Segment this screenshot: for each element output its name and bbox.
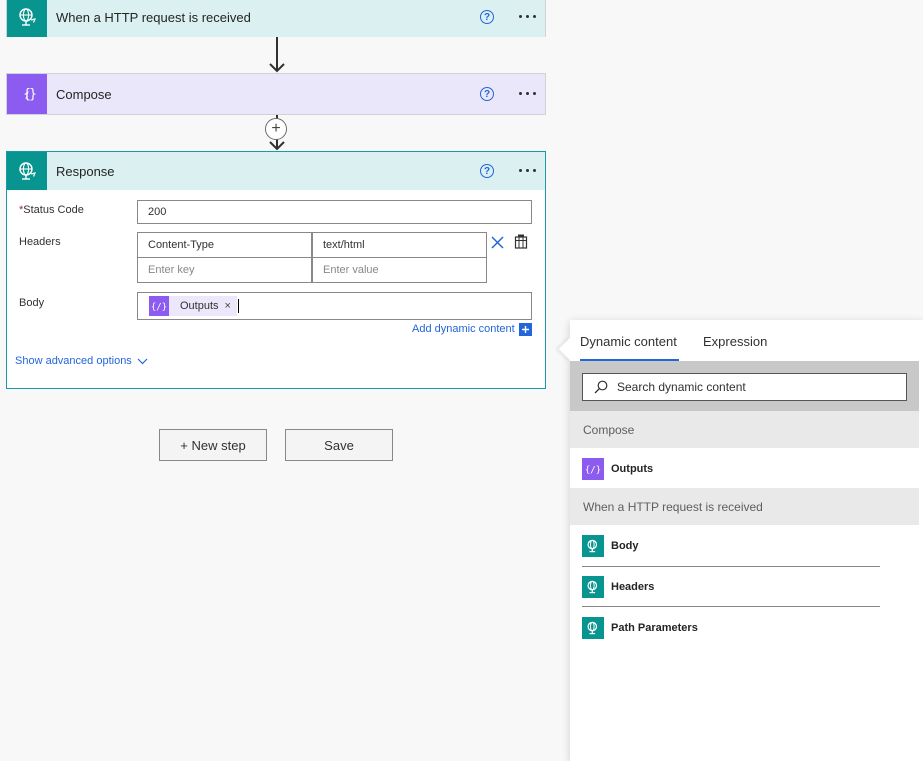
header-key-input-empty[interactable]: Enter key [137, 257, 312, 283]
header-key-placeholder: Enter key [148, 264, 195, 276]
search-area: Search dynamic content [570, 361, 919, 411]
tab-expression[interactable]: Expression [703, 334, 767, 349]
help-icon[interactable]: ? [480, 87, 494, 101]
group-header-http-request: When a HTTP request is received [570, 488, 919, 525]
status-code-label-text: Status Code [23, 204, 84, 216]
dynamic-item-path-parameters[interactable]: Path Parameters [582, 608, 880, 648]
remove-token-icon[interactable]: × [225, 300, 231, 312]
outputs-token[interactable]: {∕} Outputs × [149, 296, 237, 316]
switch-to-text-mode-icon[interactable] [514, 234, 528, 249]
header-value-value: text/html [323, 239, 365, 251]
add-step-button[interactable]: + [265, 118, 287, 140]
item-label: Headers [611, 581, 655, 593]
search-icon [594, 380, 608, 394]
search-placeholder: Search dynamic content [617, 380, 746, 394]
help-icon[interactable]: ? [480, 164, 494, 178]
chevron-down-icon[interactable] [137, 358, 148, 365]
body-input[interactable]: {∕} Outputs × [137, 292, 532, 320]
headers-label: Headers [19, 236, 61, 248]
arrow-down-icon [269, 141, 285, 151]
svg-text:{∕}: {∕} [585, 466, 601, 476]
header-value-placeholder: Enter value [323, 264, 379, 276]
header-key-input[interactable]: Content-Type [137, 232, 312, 258]
save-button[interactable]: Save [285, 429, 393, 461]
compose-icon: {∕} [582, 458, 604, 480]
compose-icon: {∕} [7, 74, 47, 114]
globe-icon [7, 152, 47, 190]
header-value-input-empty[interactable]: Enter value [312, 257, 487, 283]
divider [582, 606, 880, 607]
add-dynamic-content-link[interactable]: Add dynamic content [412, 323, 515, 335]
new-step-button[interactable]: + New step [159, 429, 267, 461]
item-label: Outputs [611, 463, 654, 475]
arrow-down-icon [269, 63, 285, 73]
compose-title: Compose [56, 86, 112, 102]
response-card: Response ? *Status Code 200 Headers Cont… [6, 151, 546, 389]
text-cursor [238, 299, 239, 313]
response-card-header[interactable]: Response ? [7, 152, 545, 190]
status-code-value: 200 [148, 206, 167, 218]
svg-text:}: } [29, 87, 37, 102]
help-icon[interactable]: ? [480, 10, 494, 24]
trigger-title: When a HTTP request is received [56, 9, 251, 25]
item-label: Path Parameters [611, 622, 698, 634]
tab-dynamic-content[interactable]: Dynamic content [580, 334, 677, 349]
response-title: Response [56, 163, 115, 179]
dynamic-item-body[interactable]: Body [582, 526, 880, 566]
globe-icon [582, 617, 604, 639]
globe-icon [582, 576, 604, 598]
more-options-icon[interactable] [519, 92, 536, 95]
show-advanced-options-link[interactable]: Show advanced options [15, 355, 132, 367]
item-label: Body [611, 540, 639, 552]
body-label: Body [19, 297, 45, 309]
more-options-icon[interactable] [519, 169, 536, 172]
status-code-input[interactable]: 200 [137, 200, 532, 224]
header-value-input[interactable]: text/html [312, 232, 487, 258]
dynamic-item-outputs[interactable]: {∕} Outputs [582, 449, 880, 489]
more-options-icon[interactable] [519, 15, 536, 18]
compose-icon: {∕} [149, 296, 169, 316]
globe-icon [7, 0, 47, 37]
group-header-compose: Compose [570, 411, 919, 448]
add-dynamic-content-icon[interactable] [519, 323, 532, 336]
panel-caret [558, 337, 582, 361]
compose-card[interactable]: {∕} Compose ? [6, 73, 546, 115]
search-input[interactable]: Search dynamic content [582, 373, 907, 401]
dynamic-content-panel: Dynamic content Expression Search dynami… [558, 320, 923, 761]
status-code-label: *Status Code [19, 204, 84, 216]
dynamic-item-headers[interactable]: Headers [582, 567, 880, 607]
trigger-card[interactable]: When a HTTP request is received ? [6, 0, 546, 37]
svg-text:{∕}: {∕} [151, 303, 167, 313]
delete-row-icon[interactable] [491, 236, 504, 249]
token-label: Outputs [180, 300, 219, 312]
header-key-value: Content-Type [148, 239, 215, 251]
globe-icon [582, 535, 604, 557]
